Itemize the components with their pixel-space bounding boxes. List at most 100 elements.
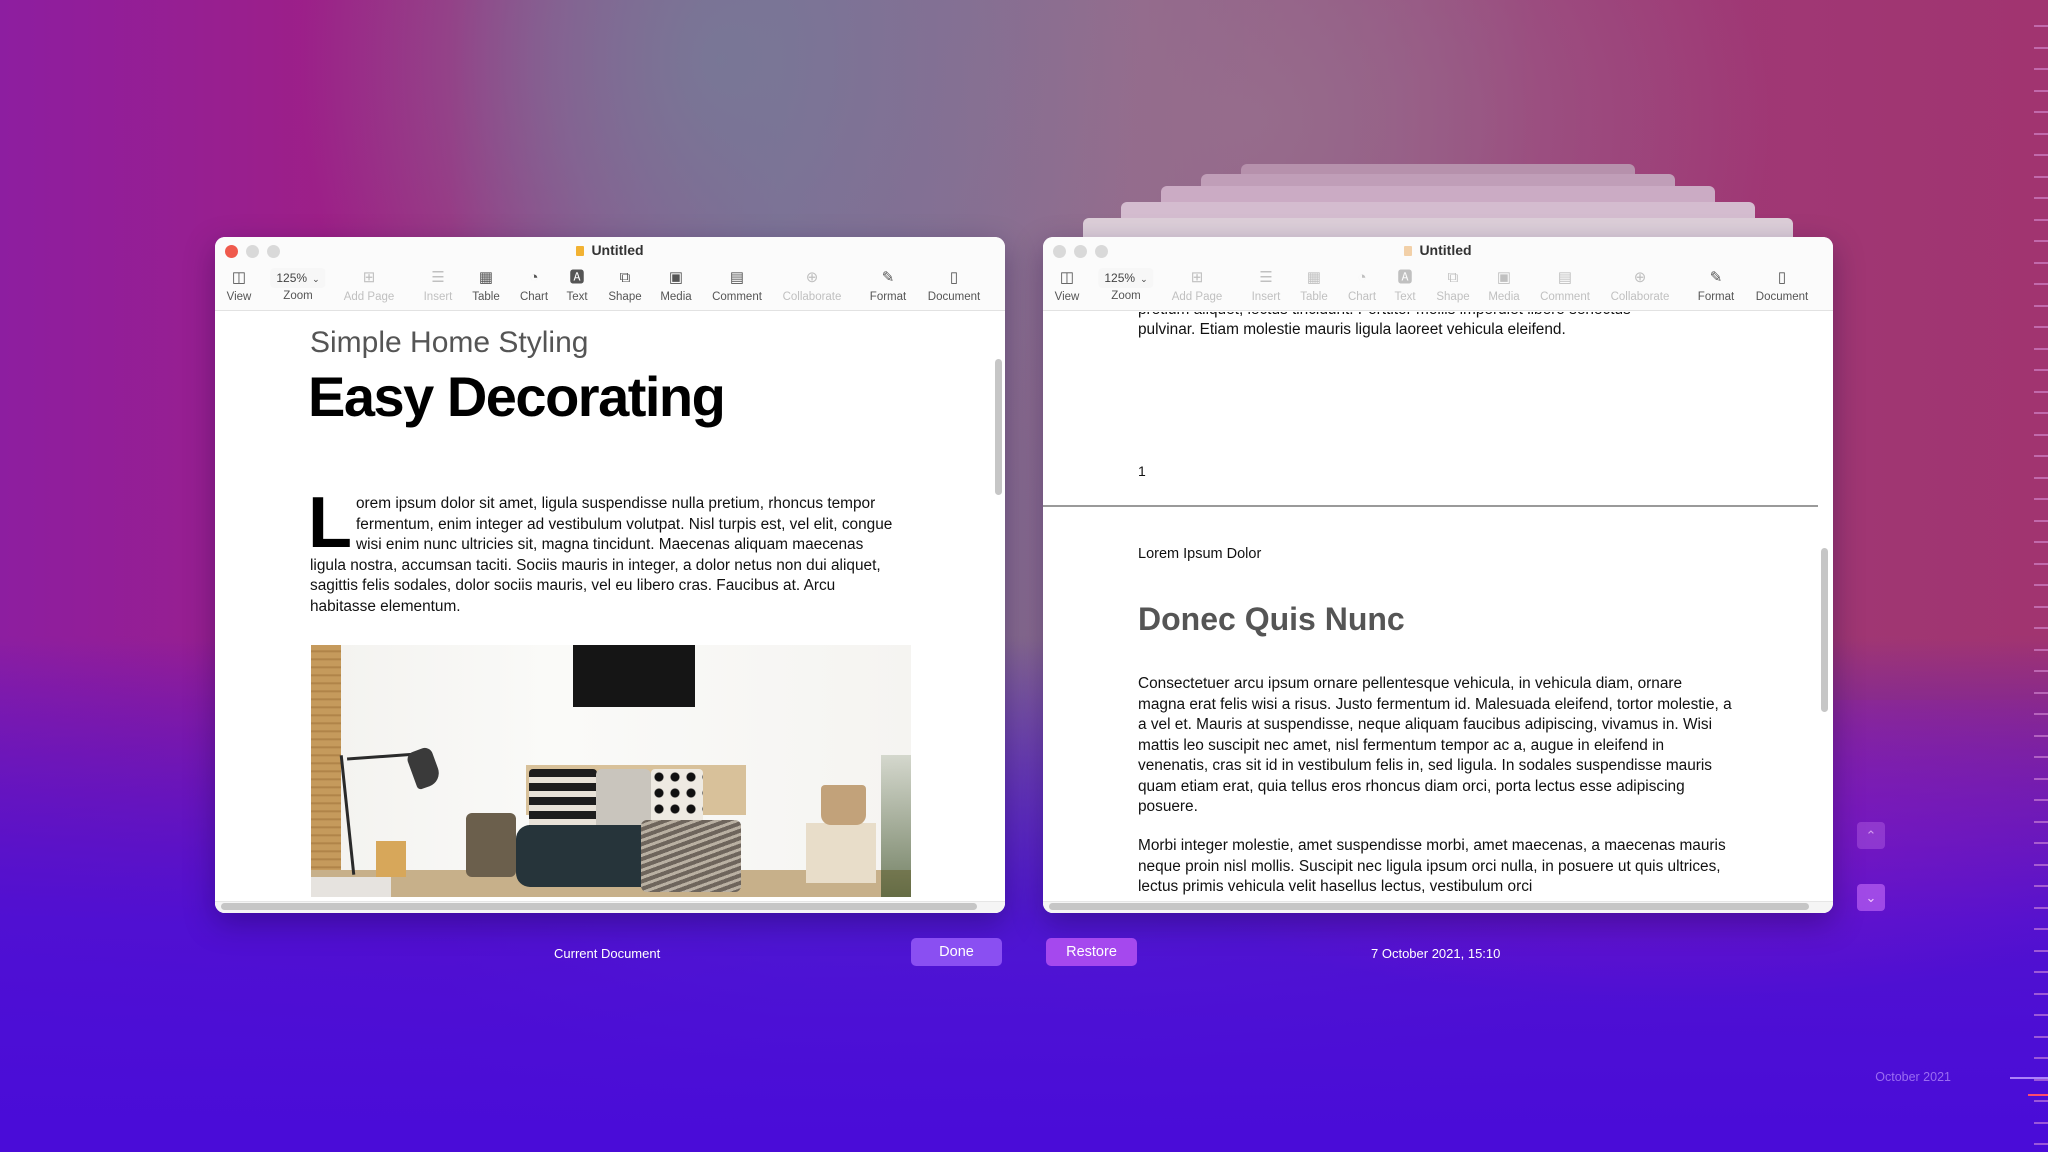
timeline-current-marker[interactable]: [2028, 1094, 2048, 1096]
toolbar-chart-button[interactable]: ◔ Chart: [1348, 267, 1376, 309]
toolbar-text-button[interactable]: 🅰 Text: [566, 267, 587, 309]
toolbar-view-button[interactable]: ◫ View: [227, 267, 252, 309]
timeline-tick[interactable]: [2034, 520, 2048, 522]
toolbar-label: Insert: [423, 291, 453, 303]
document-canvas[interactable]: pretium aliquet, lectus tincidunt. Portt…: [1043, 312, 1833, 913]
comment-icon: ▤: [1557, 269, 1573, 286]
toolbar-format-button[interactable]: ✎ Format: [870, 267, 906, 309]
sidebar-icon: ◫: [1059, 269, 1075, 286]
timeline-tick[interactable]: [2034, 219, 2048, 221]
toolbar-collaborate-button[interactable]: ⊕ Collaborate: [783, 267, 842, 309]
timeline-tick[interactable]: [2034, 47, 2048, 49]
timeline-tick[interactable]: [2034, 391, 2048, 393]
toolbar-table-button[interactable]: ▦ Table: [472, 267, 500, 309]
horizontal-scrollbar[interactable]: [1049, 903, 1809, 910]
timeline-tick[interactable]: [2034, 713, 2048, 715]
toolbar-text-button[interactable]: 🅰 Text: [1394, 267, 1415, 309]
timeline-tick[interactable]: [2034, 197, 2048, 199]
zoom-dropdown[interactable]: 125% ⌄: [270, 268, 326, 288]
timeline-tick[interactable]: [2034, 283, 2048, 285]
zoom-dropdown[interactable]: 125% ⌄: [1098, 268, 1154, 288]
timeline-tick[interactable]: [2034, 735, 2048, 737]
timeline-tick[interactable]: [2034, 885, 2048, 887]
toolbar-shape-button[interactable]: ⧉ Shape: [1436, 267, 1469, 309]
timeline-tick[interactable]: [2034, 1057, 2048, 1059]
timeline-tick[interactable]: [2034, 584, 2048, 586]
toolbar-document-button[interactable]: ▯ Document: [1756, 267, 1808, 309]
toolbar-comment-button[interactable]: ▤ Comment: [712, 267, 762, 309]
timeline-tick[interactable]: [2034, 154, 2048, 156]
timeline-tick[interactable]: [2034, 176, 2048, 178]
timeline-tick[interactable]: [2034, 993, 2048, 995]
timeline-tick[interactable]: [2034, 326, 2048, 328]
restore-button[interactable]: Restore: [1046, 938, 1137, 966]
timeline-tick[interactable]: [2034, 799, 2048, 801]
timeline-tick[interactable]: [2034, 1036, 2048, 1038]
toolbar-insert-button[interactable]: ☰ Insert: [424, 267, 453, 309]
timeline-tick[interactable]: [2034, 305, 2048, 307]
toolbar-zoom-button[interactable]: 125% ⌄ Zoom: [270, 267, 326, 309]
timeline-tick[interactable]: [2034, 606, 2048, 608]
timeline-tick[interactable]: [2034, 950, 2048, 952]
document-canvas[interactable]: Simple Home Styling Easy Decorating Lore…: [215, 312, 1005, 913]
timeline-tick[interactable]: [2034, 842, 2048, 844]
toolbar-shape-button[interactable]: ⧉ Shape: [608, 267, 641, 309]
toolbar-zoom-button[interactable]: 125% ⌄ Zoom: [1098, 267, 1154, 309]
toolbar-format-button[interactable]: ✎ Format: [1698, 267, 1734, 309]
timeline-tick[interactable]: [2034, 68, 2048, 70]
timeline-tick[interactable]: [2034, 133, 2048, 135]
timeline-tick[interactable]: [2034, 434, 2048, 436]
toolbar-chart-button[interactable]: ◔ Chart: [520, 267, 548, 309]
timeline-tick[interactable]: [2034, 1100, 2048, 1102]
vertical-scrollbar[interactable]: [995, 359, 1002, 495]
toolbar-media-button[interactable]: ▣ Media: [660, 267, 691, 309]
timeline-tick[interactable]: [2034, 756, 2048, 758]
living-room-photo[interactable]: [311, 645, 911, 897]
toolbar-add-page-button[interactable]: ⊞ Add Page: [1172, 267, 1223, 309]
timeline-tick[interactable]: [2034, 778, 2048, 780]
timeline-tick[interactable]: [2034, 928, 2048, 930]
timeline-tick[interactable]: [2034, 649, 2048, 651]
toolbar-comment-button[interactable]: ▤ Comment: [1540, 267, 1590, 309]
toolbar-document-button[interactable]: ▯ Document: [928, 267, 980, 309]
timeline-tick[interactable]: [2034, 864, 2048, 866]
previous-version-button[interactable]: ⌃: [1857, 822, 1885, 849]
toolbar-table-button[interactable]: ▦ Table: [1300, 267, 1328, 309]
timeline-tick[interactable]: [2034, 240, 2048, 242]
timeline-tick[interactable]: [2034, 412, 2048, 414]
timeline-tick[interactable]: [2034, 25, 2048, 27]
toolbar-view-button[interactable]: ◫ View: [1055, 267, 1080, 309]
timeline-tick[interactable]: [2034, 907, 2048, 909]
next-version-button[interactable]: ⌄: [1857, 884, 1885, 911]
timeline-tick[interactable]: [2034, 563, 2048, 565]
done-button[interactable]: Done: [911, 938, 1002, 966]
toolbar-insert-button[interactable]: ☰ Insert: [1252, 267, 1281, 309]
timeline-tick[interactable]: [2034, 1143, 2048, 1145]
horizontal-scrollbar[interactable]: [221, 903, 977, 910]
version-timeline[interactable]: [2010, 0, 2048, 1152]
timeline-tick[interactable]: [2034, 971, 2048, 973]
timeline-tick[interactable]: [2034, 1122, 2048, 1124]
toolbar-add-page-button[interactable]: ⊞ Add Page: [344, 267, 395, 309]
timeline-tick[interactable]: [2034, 1014, 2048, 1016]
timeline-tick[interactable]: [2034, 498, 2048, 500]
vertical-scrollbar[interactable]: [1821, 548, 1828, 712]
timeline-tick[interactable]: [2034, 111, 2048, 113]
timeline-tick[interactable]: [2034, 627, 2048, 629]
toolbar-media-button[interactable]: ▣ Media: [1488, 267, 1519, 309]
toolbar: ◫ View 125% ⌄ Zoom ⊞ Add Page ☰ Insert ▦ Table ◔ Cha…: [1043, 267, 1833, 309]
toolbar-collaborate-button[interactable]: ⊕ Collaborate: [1611, 267, 1670, 309]
timeline-tick[interactable]: [2034, 262, 2048, 264]
timeline-tick[interactable]: [2034, 477, 2048, 479]
timeline-month-marker[interactable]: [2010, 1077, 2048, 1079]
timeline-tick[interactable]: [2034, 455, 2048, 457]
timeline-tick[interactable]: [2034, 1079, 2048, 1081]
timeline-tick[interactable]: [2034, 670, 2048, 672]
timeline-tick[interactable]: [2034, 692, 2048, 694]
timeline-tick[interactable]: [2034, 348, 2048, 350]
timeline-tick[interactable]: [2034, 821, 2048, 823]
timeline-tick[interactable]: [2034, 369, 2048, 371]
toolbar-label: Chart: [1347, 291, 1377, 303]
timeline-tick[interactable]: [2034, 541, 2048, 543]
timeline-tick[interactable]: [2034, 90, 2048, 92]
